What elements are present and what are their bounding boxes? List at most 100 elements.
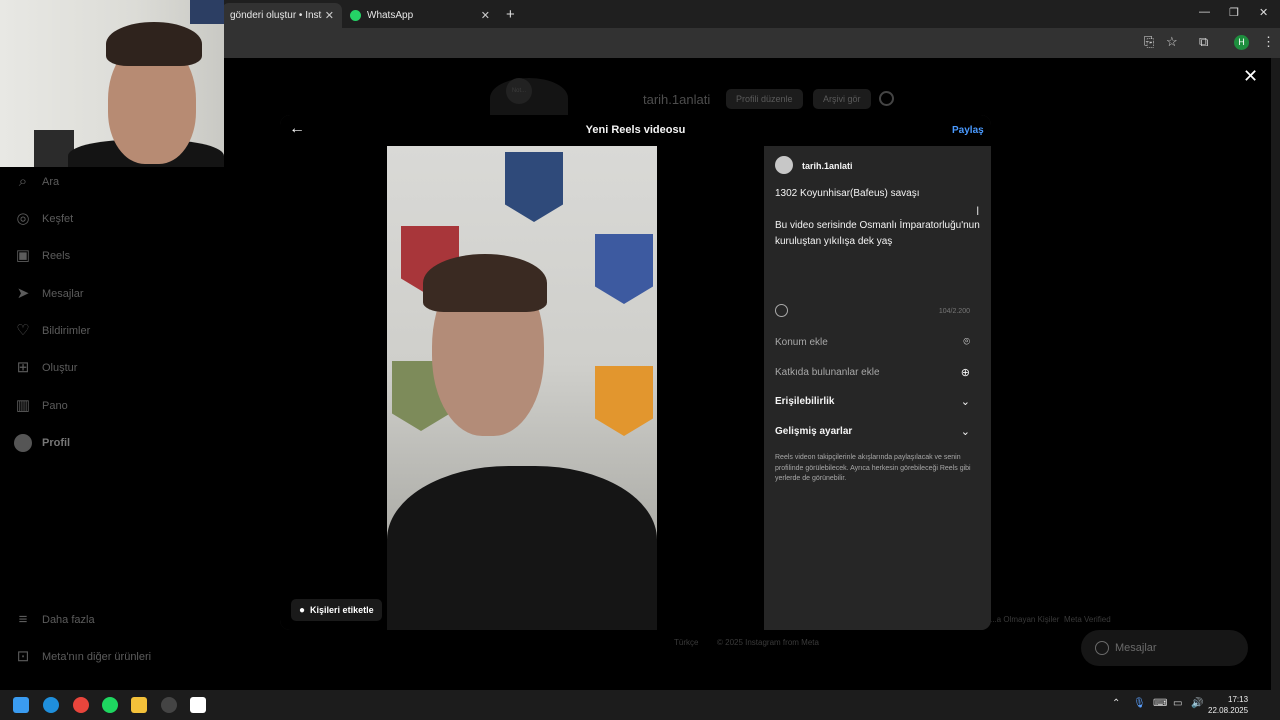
sidebar-item-bildirimler[interactable]: ♡ Bildirimler (14, 322, 90, 340)
accessibility-row[interactable]: Erişilebilirlik ⌄ (775, 395, 970, 408)
windows-start-icon[interactable] (13, 697, 29, 713)
volume-icon[interactable]: 🔊 (1191, 698, 1203, 709)
kebab-menu-icon[interactable]: ⋮ (1262, 34, 1275, 50)
sidebar-item-reels[interactable]: ▣ Reels (14, 247, 70, 265)
sidebar-item-label: Ara (42, 176, 60, 188)
footer-copyright: © 2025 Instagram from Meta (717, 638, 819, 647)
sidebar-item-label: Daha fazla (42, 614, 95, 626)
profile-username: tarih.1anlati (643, 92, 711, 107)
advanced-settings-label: Gelişmiş ayarlar (775, 426, 853, 437)
minimize-icon[interactable]: — (1199, 6, 1210, 18)
dashboard-icon: ▥ (15, 397, 31, 414)
edge-icon[interactable] (43, 697, 59, 713)
sidebar-more[interactable]: ≡ Daha fazla (14, 611, 95, 629)
emoji-icon[interactable] (775, 304, 788, 317)
microphone-icon[interactable]: 🎙 (1133, 698, 1146, 709)
add-person-icon: ⊕ (960, 367, 970, 379)
search-icon: ⌕ (18, 173, 28, 190)
sidebar-item-profil[interactable]: Profil (14, 434, 70, 452)
video-preview[interactable] (387, 146, 657, 630)
compass-icon: ◎ (16, 210, 30, 227)
footer-language[interactable]: Türkçe (674, 638, 698, 647)
grid-icon: ⊡ (16, 648, 30, 665)
sidebar-item-label: Oluştur (42, 362, 78, 374)
modal-title: Yeni Reels videosu (585, 124, 686, 136)
accessibility-label: Erişilebilirlik (775, 396, 835, 407)
close-icon[interactable]: ✕ (1243, 66, 1258, 87)
share-button[interactable]: Paylaş (952, 125, 984, 136)
location-pin-icon: ⌾ (963, 336, 970, 348)
sidebar-item-label: Keşfet (42, 213, 74, 225)
clock-time: 17:13 (1228, 695, 1249, 704)
avatar (14, 434, 32, 452)
person-hair (423, 254, 547, 312)
sidebar-item-mesajlar[interactable]: ➤ Mesajlar (14, 285, 84, 303)
close-icon[interactable]: ✕ (481, 9, 490, 22)
capcut-icon[interactable] (190, 697, 206, 713)
taskbar-clock[interactable]: 17:13 22.08.2025 (1208, 694, 1248, 716)
panel-username: tarih.1anlati (802, 161, 853, 171)
spotify-icon[interactable] (102, 697, 118, 713)
close-window-icon[interactable]: ✕ (1259, 6, 1268, 19)
tag-people-label: Kişileri etiketle (310, 605, 374, 615)
advanced-settings-row[interactable]: Gelişmiş ayarlar ⌄ (775, 425, 970, 438)
archive-button[interactable]: Arşivi gör (813, 89, 871, 109)
footer-link[interactable]: ...a Olmayan Kişiler (990, 615, 1059, 624)
sidebar-item-olustur[interactable]: ⊞ Oluştur (14, 359, 78, 377)
page-scrollbar[interactable] (1271, 58, 1280, 690)
video-preview-area: ● Kişileri etiketle (280, 146, 764, 630)
sidebar-item-label: Pano (42, 400, 68, 412)
menu-icon: ≡ (18, 611, 28, 628)
tab-instagram[interactable]: gönderi oluştur • Instagram ✕ (222, 3, 342, 28)
browser-profile-avatar[interactable]: H (1234, 35, 1249, 50)
sidebar-item-pano[interactable]: ▥ Pano (14, 397, 68, 415)
tab-label: gönderi oluştur • Instagram (230, 10, 322, 21)
new-reel-modal: ← Yeni Reels videosu Paylaş ● Kişileri e… (280, 115, 991, 630)
sidebar-item-ara[interactable]: ⌕ Ara (14, 173, 59, 191)
clock-date: 22.08.2025 (1208, 706, 1249, 715)
visibility-note: Reels videon takipçilerinle akışlarında … (775, 454, 971, 482)
add-location-label: Konum ekle (775, 337, 828, 348)
panel-scrollbar[interactable] (983, 146, 991, 630)
messages-button[interactable]: Mesajlar (1081, 630, 1248, 666)
install-icon[interactable]: ⎘ (1144, 34, 1154, 50)
sidebar-meta-products[interactable]: ⊡ Meta'nın diğer ürünleri (14, 648, 151, 666)
chrome-icon[interactable] (73, 697, 89, 713)
person-icon: ● (299, 604, 306, 616)
sidebar-item-label: Reels (42, 250, 71, 262)
avatar (775, 156, 793, 174)
sidebar-item-label: Bildirimler (42, 325, 91, 337)
sidebar-item-kesfet[interactable]: ◎ Keşfet (14, 210, 73, 228)
chevron-up-icon[interactable]: ⌃ (1112, 698, 1120, 709)
edit-profile-button[interactable]: Profili düzenle (726, 89, 803, 109)
tag-people-button[interactable]: ● Kişileri etiketle (291, 599, 382, 621)
new-tab-button[interactable]: + (506, 6, 515, 23)
caption-textarea[interactable]: 1302 Koyunhisar(Bafeus) savaşı Bu video … (775, 186, 980, 250)
maximize-icon[interactable]: ❐ (1229, 6, 1239, 19)
sidebar-item-label: Mesajlar (42, 288, 84, 300)
text-cursor-icon: I (976, 204, 980, 218)
footer-link[interactable]: Meta Verified (1064, 615, 1111, 624)
heart-icon: ♡ (16, 322, 30, 339)
sidebar-item-label: Profil (42, 437, 71, 449)
extensions-icon[interactable]: ⧉ (1199, 34, 1208, 50)
add-collaborators-row[interactable]: Katkıda bulunanlar ekle ⊕ (775, 366, 970, 379)
keyboard-icon[interactable]: ⌨ (1153, 698, 1167, 709)
star-icon[interactable]: ☆ (1166, 34, 1178, 50)
tab-label: WhatsApp (367, 10, 414, 21)
tab-whatsapp[interactable]: WhatsApp ✕ (342, 3, 498, 28)
char-count: 104/2.200 (938, 308, 970, 315)
file-explorer-icon[interactable] (131, 697, 147, 713)
profile-note: Not... (506, 78, 532, 104)
webcam-overlay (0, 0, 224, 167)
messages-label: Mesajlar (1115, 642, 1157, 654)
person-hair (106, 22, 202, 66)
app-icon[interactable] (161, 697, 177, 713)
add-location-row[interactable]: Konum ekle ⌾ (775, 336, 970, 349)
gear-icon[interactable] (879, 91, 894, 106)
plus-square-icon: ⊞ (16, 359, 30, 376)
pennant-image (595, 366, 653, 436)
close-icon[interactable]: ✕ (325, 9, 334, 22)
network-icon[interactable]: ▭ (1173, 698, 1182, 709)
reels-icon: ▣ (15, 247, 31, 264)
